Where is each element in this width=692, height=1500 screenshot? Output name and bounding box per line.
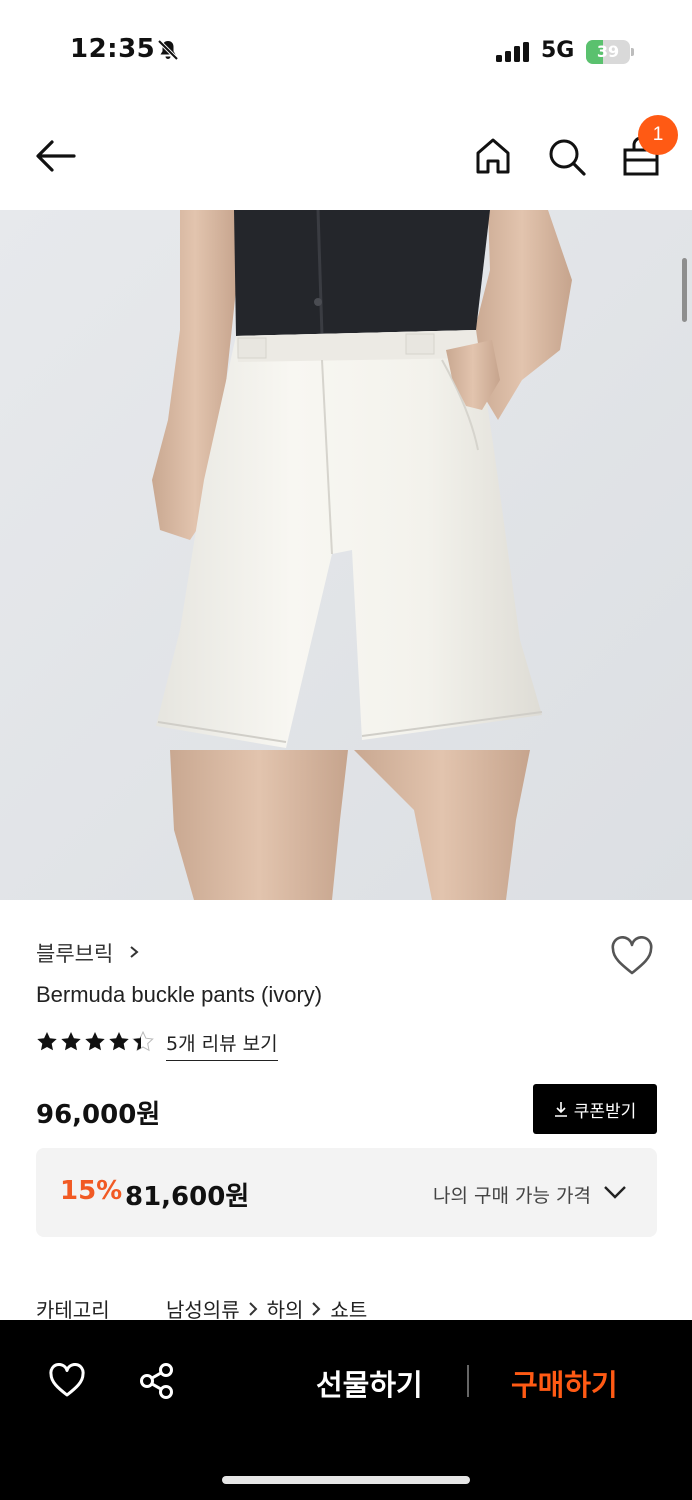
buy-button[interactable]: 구매하기 xyxy=(511,1362,618,1404)
share-icon[interactable] xyxy=(138,1362,176,1400)
status-time: 12:35 xyxy=(70,34,156,64)
wishlist-heart-icon[interactable] xyxy=(610,936,654,978)
star-2-icon xyxy=(61,1032,81,1051)
chevron-right-icon xyxy=(248,1301,258,1316)
category-shorts[interactable]: 쇼트 xyxy=(330,1294,367,1323)
bell-muted-icon xyxy=(157,39,179,61)
gift-button[interactable]: 선물하기 xyxy=(316,1362,423,1404)
my-price-panel[interactable]: 15% 81,600원 나의 구매 가능 가격 xyxy=(36,1148,657,1237)
network-type: 5G xyxy=(541,38,575,63)
category-breadcrumb: 남성의류 하의 쇼트 xyxy=(166,1294,367,1323)
chevron-down-icon[interactable] xyxy=(603,1184,627,1200)
signal-icon xyxy=(496,42,529,62)
bottom-action-bar: 선물하기 구매하기 xyxy=(0,1320,692,1500)
battery-icon: 39 xyxy=(586,40,634,64)
cart-count-badge: 1 xyxy=(638,115,678,155)
star-1-icon xyxy=(37,1032,57,1051)
rating-stars xyxy=(37,1030,154,1052)
product-photo xyxy=(0,210,692,900)
chevron-right-icon xyxy=(312,1301,321,1316)
battery-percent: 39 xyxy=(596,42,620,61)
scroll-indicator[interactable] xyxy=(682,258,687,322)
review-link[interactable]: 5개 리뷰 보기 xyxy=(166,1029,278,1061)
original-price: 96,000원 xyxy=(36,1100,161,1130)
discount-rate: 15% xyxy=(60,1176,123,1206)
search-icon[interactable] xyxy=(546,136,588,178)
wishlist-heart-icon[interactable] xyxy=(48,1363,86,1399)
coupon-label: 쿠폰받기 xyxy=(573,1101,637,1122)
divider xyxy=(467,1365,469,1397)
coupon-button[interactable]: 쿠폰받기 xyxy=(533,1084,657,1134)
category-bottoms[interactable]: 하의 xyxy=(267,1294,304,1323)
chevron-right-icon[interactable] xyxy=(128,942,140,962)
status-bar: 12:35 5G 39 xyxy=(0,0,692,100)
category-men-clothing[interactable]: 남성의류 xyxy=(166,1294,240,1323)
home-icon[interactable] xyxy=(474,136,512,176)
product-image[interactable] xyxy=(0,210,692,900)
top-nav: 1 xyxy=(0,100,692,210)
category-label: 카테고리 xyxy=(36,1298,110,1322)
download-icon xyxy=(554,1102,567,1117)
sale-price: 81,600원 xyxy=(125,1182,250,1212)
my-price-label: 나의 구매 가능 가격 xyxy=(433,1185,591,1207)
home-indicator xyxy=(222,1476,470,1484)
product-title: Bermuda buckle pants (ivory) xyxy=(36,982,323,1007)
brand-link[interactable]: 블루브릭 xyxy=(36,938,113,968)
star-3-icon xyxy=(85,1032,105,1051)
back-arrow-icon[interactable] xyxy=(34,138,78,174)
star-half-icon xyxy=(132,1030,154,1052)
star-4-icon xyxy=(109,1032,129,1051)
